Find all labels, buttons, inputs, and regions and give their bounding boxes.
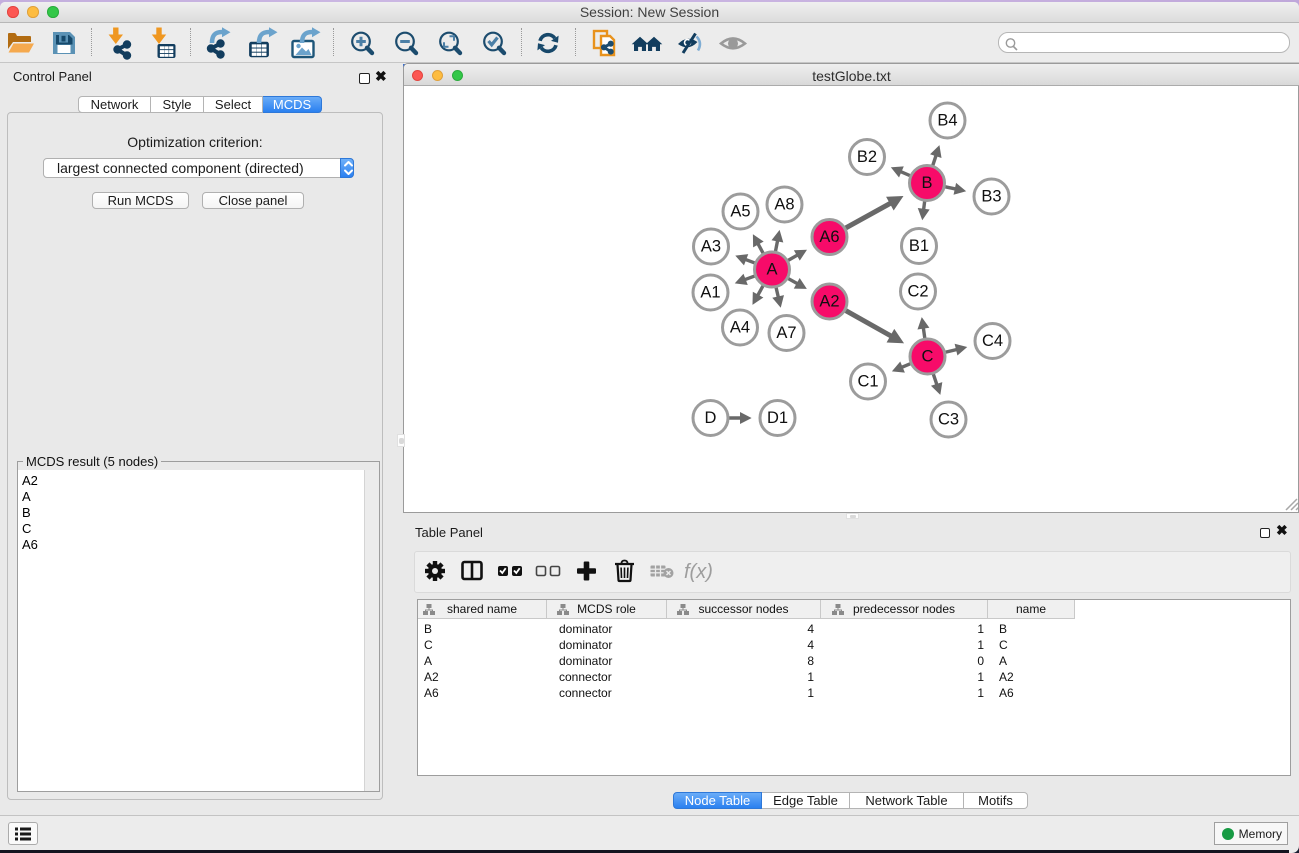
svg-text:D1: D1 [767, 409, 788, 427]
svg-text:A6: A6 [819, 228, 839, 246]
svg-text:A4: A4 [730, 319, 750, 337]
svg-text:A: A [766, 261, 777, 279]
svg-text:B4: B4 [937, 112, 957, 130]
svg-text:A5: A5 [730, 203, 750, 221]
svg-text:A2: A2 [819, 293, 839, 311]
svg-text:A3: A3 [701, 238, 721, 256]
svg-text:B2: B2 [857, 148, 877, 166]
svg-text:C2: C2 [907, 283, 928, 301]
svg-text:A1: A1 [700, 284, 720, 302]
svg-text:C: C [922, 348, 934, 366]
svg-text:B1: B1 [909, 237, 929, 255]
svg-text:C3: C3 [938, 411, 959, 429]
svg-text:C1: C1 [857, 373, 878, 391]
svg-text:C4: C4 [982, 332, 1003, 350]
svg-text:B3: B3 [981, 188, 1001, 206]
svg-text:A7: A7 [776, 324, 796, 342]
svg-text:D: D [705, 409, 717, 427]
svg-text:B: B [921, 174, 932, 192]
svg-text:A8: A8 [774, 196, 794, 214]
svg-text:f(x): f(x) [684, 561, 713, 583]
